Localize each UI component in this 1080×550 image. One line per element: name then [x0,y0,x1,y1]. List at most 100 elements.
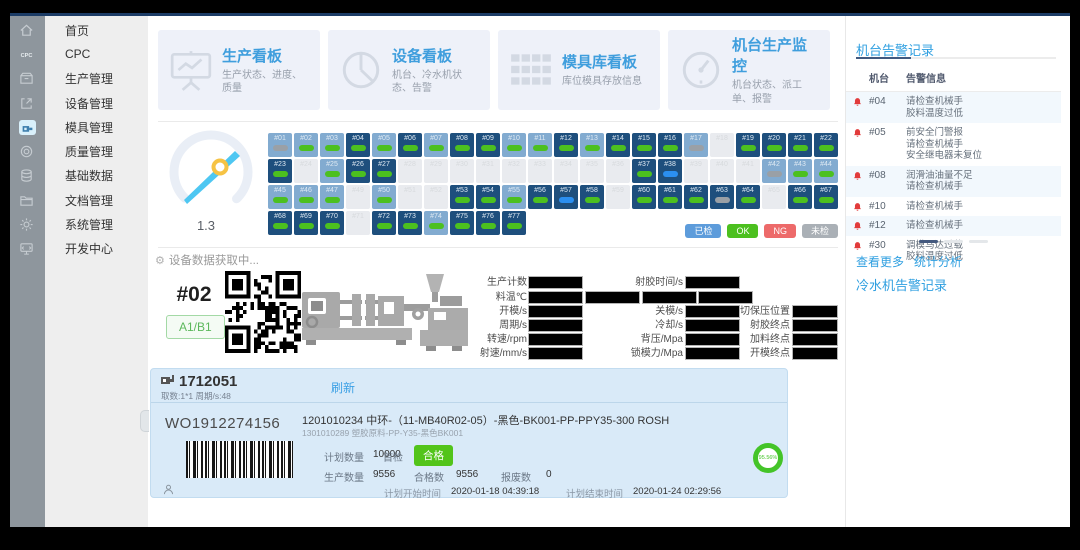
machine-tile-16[interactable]: #16 [658,133,682,157]
sidebar-item-cpc[interactable]: CPC [45,42,148,66]
sidebar-item-home[interactable]: 首页 [45,18,148,42]
machine-tile-30[interactable]: #30 [450,159,474,183]
machine-tile-55[interactable]: #55 [502,185,526,209]
pagination-dot-3[interactable] [969,240,988,243]
machine-tile-61[interactable]: #61 [658,185,682,209]
production-icon[interactable] [10,67,45,91]
machine-tile-43[interactable]: #43 [788,159,812,183]
machine-tile-63[interactable]: #63 [710,185,734,209]
machine-tile-01[interactable]: #01 [268,133,292,157]
machine-tile-57[interactable]: #57 [554,185,578,209]
machine-tile-67[interactable]: #67 [814,185,838,209]
machine-tile-35[interactable]: #35 [580,159,604,183]
machine-tile-39[interactable]: #39 [684,159,708,183]
machine-tile-18[interactable]: #18 [710,133,734,157]
card-pie[interactable]: 设备看板机台、冷水机状态、告警 [328,30,490,110]
legend-未检[interactable]: 未检 [802,224,838,238]
legend-OK[interactable]: OK [727,224,758,238]
machine-tile-23[interactable]: #23 [268,159,292,183]
machine-tile-54[interactable]: #54 [476,185,500,209]
machine-tile-15[interactable]: #15 [632,133,656,157]
quality-icon[interactable] [10,139,45,163]
machine-tile-33[interactable]: #33 [528,159,552,183]
machine-tile-14[interactable]: #14 [606,133,630,157]
sidebar-item-mold[interactable]: 模具管理 [45,115,148,139]
machine-tile-11[interactable]: #11 [528,133,552,157]
view-more-link[interactable]: 查看更多 [856,253,904,270]
machine-tile-21[interactable]: #21 [788,133,812,157]
machine-tile-27[interactable]: #27 [372,159,396,183]
machine-tile-26[interactable]: #26 [346,159,370,183]
machine-tile-50[interactable]: #50 [372,185,396,209]
sidebar-item-quality[interactable]: 质量管理 [45,139,148,163]
machine-tile-58[interactable]: #58 [580,185,604,209]
machine-tile-40[interactable]: #40 [710,159,734,183]
machine-tile-02[interactable]: #02 [294,133,318,157]
machine-tile-34[interactable]: #34 [554,159,578,183]
machine-tile-20[interactable]: #20 [762,133,786,157]
machine-tile-28[interactable]: #28 [398,159,422,183]
machine-tile-49[interactable]: #49 [346,185,370,209]
stats-analysis-link[interactable]: 统计分析 [914,253,962,270]
machine-tile-19[interactable]: #19 [736,133,760,157]
machine-tile-45[interactable]: #45 [268,185,292,209]
machine-tile-62[interactable]: #62 [684,185,708,209]
home-icon[interactable] [10,18,45,42]
legend-NG[interactable]: NG [764,224,796,238]
pagination-dot-2[interactable] [944,240,963,243]
machine-tile-47[interactable]: #47 [320,185,344,209]
machine-tile-46[interactable]: #46 [294,185,318,209]
sidebar-item-data[interactable]: 基础数据 [45,164,148,188]
dev-icon[interactable] [10,237,45,261]
machine-tile-32[interactable]: #32 [502,159,526,183]
machine-tile-37[interactable]: #37 [632,159,656,183]
machine-tile-42[interactable]: #42 [762,159,786,183]
machine-tile-22[interactable]: #22 [814,133,838,157]
machine-tile-60[interactable]: #60 [632,185,656,209]
sidebar-item-dev[interactable]: 开发中心 [45,237,148,261]
machine-tile-03[interactable]: #03 [320,133,344,157]
mold-icon[interactable] [10,115,45,139]
machine-tile-51[interactable]: #51 [398,185,422,209]
machine-tile-59[interactable]: #59 [606,185,630,209]
sidebar-item-docs[interactable]: 文档管理 [45,188,148,212]
machine-tile-53[interactable]: #53 [450,185,474,209]
machine-tile-38[interactable]: #38 [658,159,682,183]
machine-tile-13[interactable]: #13 [580,133,604,157]
data-icon[interactable] [10,164,45,188]
machine-tile-65[interactable]: #65 [762,185,786,209]
machine-tile-29[interactable]: #29 [424,159,448,183]
machine-tile-05[interactable]: #05 [372,133,396,157]
docs-icon[interactable] [10,188,45,212]
machine-tile-36[interactable]: #36 [606,159,630,183]
card-grid[interactable]: 模具库看板库位模具存放信息 [498,30,660,110]
legend-已检[interactable]: 已检 [685,224,721,238]
pagination-dot-1[interactable] [919,240,938,243]
machine-tile-64[interactable]: #64 [736,185,760,209]
sidebar-collapse-handle[interactable] [140,410,149,432]
machine-tile-04[interactable]: #04 [346,133,370,157]
machine-tile-24[interactable]: #24 [294,159,318,183]
card-board[interactable]: 生产看板生产状态、进度、质量 [158,30,320,110]
sidebar-item-system[interactable]: 系统管理 [45,212,148,236]
machine-tile-10[interactable]: #10 [502,133,526,157]
machine-tile-56[interactable]: #56 [528,185,552,209]
sidebar-item-equipment[interactable]: 设备管理 [45,91,148,115]
machine-tile-52[interactable]: #52 [424,185,448,209]
machine-tile-08[interactable]: #08 [450,133,474,157]
cpc-icon[interactable]: CPC [10,42,45,66]
machine-tile-07[interactable]: #07 [424,133,448,157]
refresh-button[interactable]: 刷新 [331,379,355,396]
equipment-icon[interactable] [10,91,45,115]
machine-tile-25[interactable]: #25 [320,159,344,183]
card-gauge[interactable]: 机台生产监控机台状态、派工单、报警 [668,30,830,110]
chiller-alarm-title[interactable]: 冷水机告警记录 [856,275,947,294]
machine-tile-17[interactable]: #17 [684,133,708,157]
sidebar-item-production[interactable]: 生产管理 [45,67,148,91]
machine-tile-06[interactable]: #06 [398,133,422,157]
machine-tile-31[interactable]: #31 [476,159,500,183]
machine-tile-66[interactable]: #66 [788,185,812,209]
system-icon[interactable] [10,212,45,236]
machine-tile-12[interactable]: #12 [554,133,578,157]
machine-tile-41[interactable]: #41 [736,159,760,183]
